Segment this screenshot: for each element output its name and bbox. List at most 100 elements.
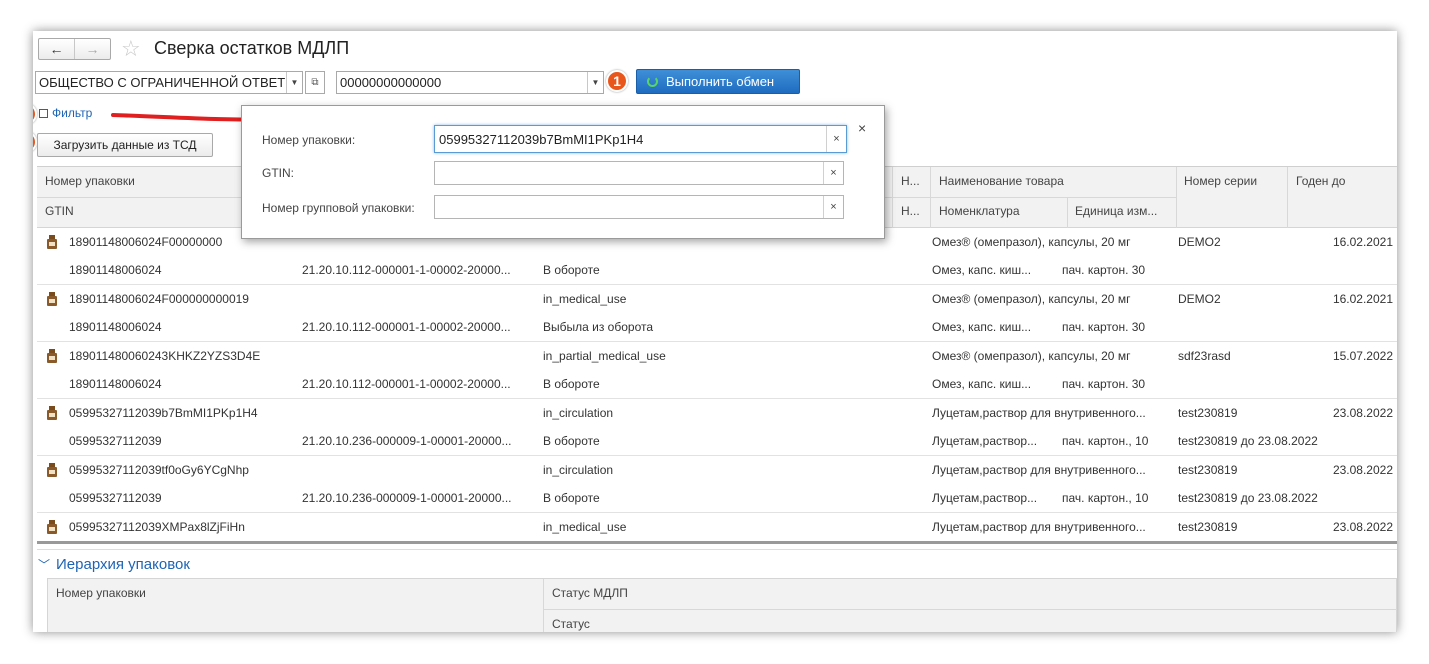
- status-mdlp: in_circulation: [543, 463, 614, 477]
- product-name: Луцетам,раствор для внутривенного...: [932, 520, 1146, 534]
- hierarchy-title: Иерархия упаковок: [56, 556, 190, 573]
- group-pack-input[interactable]: ×: [434, 195, 844, 219]
- filter-icon: [39, 108, 48, 118]
- table-row[interactable]: 189011480060243KHKZ2YZS3D4E 189011480060…: [37, 342, 1397, 399]
- clear-icon[interactable]: ×: [823, 162, 843, 184]
- col-nomenclature[interactable]: Номенклатура: [931, 197, 1067, 227]
- medicine-bottle-icon: [47, 520, 57, 534]
- medicine-bottle-icon: [47, 406, 57, 420]
- series: test230819: [1178, 520, 1238, 534]
- table-row[interactable]: 05995327112039b7BmMI1PKp1H4 059953271120…: [37, 399, 1397, 456]
- organization-select[interactable]: ОБЩЕСТВО С ОГРАНИЧЕННОЙ ОТВЕТ ▼: [35, 71, 303, 94]
- product-name: Луцетам,раствор для внутривенного...: [932, 463, 1146, 477]
- nomenclature: Омез, капс. киш...: [932, 377, 1032, 391]
- open-icon[interactable]: ⧉: [305, 71, 325, 94]
- valid-until: 23.08.2022: [1332, 520, 1393, 534]
- series: test230819: [1178, 406, 1238, 420]
- filter-label: Фильтр: [52, 106, 93, 120]
- clear-icon[interactable]: ×: [823, 196, 843, 218]
- unit: пач. картон. 30: [1062, 377, 1146, 391]
- valid-until: 16.02.2021: [1332, 235, 1393, 249]
- series-full: test230819 до 23.08.2022: [1178, 491, 1318, 505]
- pack-number-input[interactable]: 05995327112039b7BmMI1PKp1H4 ×: [434, 125, 847, 153]
- gtin-input[interactable]: ×: [434, 161, 844, 185]
- series: DEMO2: [1178, 292, 1221, 306]
- filter-popup: Номер упаковки: 05995327112039b7BmMI1PKp…: [241, 105, 885, 239]
- back-arrow-icon[interactable]: ←: [39, 39, 74, 59]
- registry-code: 21.20.10.236-000009-1-00001-20000...: [302, 491, 512, 505]
- table-row[interactable]: 18901148006024F000000000019 189011480060…: [37, 285, 1397, 342]
- unit: пач. картон., 10: [1062, 491, 1149, 505]
- forward-arrow-icon[interactable]: →: [74, 39, 110, 59]
- col-hier-status[interactable]: Статус: [544, 610, 1044, 632]
- pack-number: 18901148006024F00000000: [69, 235, 223, 249]
- registry-code: 21.20.10.112-000001-1-00002-20000...: [302, 377, 511, 391]
- valid-until: 23.08.2022: [1332, 406, 1393, 420]
- medicine-bottle-icon: [47, 349, 57, 363]
- nomenclature: Омез, капс. киш...: [932, 263, 1032, 277]
- unit: пач. картон. 30: [1062, 320, 1146, 334]
- gtin-label: GTIN:: [262, 166, 294, 180]
- dropdown-icon[interactable]: ▼: [286, 72, 302, 93]
- series: test230819: [1178, 463, 1238, 477]
- col-unit[interactable]: Единица изм...: [1067, 197, 1177, 227]
- pack-number: 05995327112039b7BmMI1PKp1H4: [69, 406, 258, 420]
- product-name: Омез® (омепразол), капсулы, 20 мг: [932, 292, 1131, 306]
- medicine-bottle-icon: [47, 463, 57, 477]
- nomenclature: Омез, капс. киш...: [932, 320, 1032, 334]
- organization-value: ОБЩЕСТВО С ОГРАНИЧЕННОЙ ОТВЕТ: [39, 75, 286, 90]
- series-full: [1178, 370, 1388, 398]
- col-hier-pack[interactable]: Номер упаковки: [48, 579, 543, 609]
- pack-number: 18901148006024F000000000019: [69, 292, 249, 306]
- gtin-value: [435, 162, 823, 184]
- status: В обороте: [543, 491, 600, 505]
- step-badge-1: 1: [606, 70, 628, 92]
- place-select[interactable]: 00000000000000 ▼: [336, 71, 604, 94]
- gtin: 18901148006024: [69, 377, 162, 391]
- nav-buttons: ← →: [38, 38, 111, 60]
- status-mdlp: in_medical_use: [543, 520, 627, 534]
- col-divider: [892, 167, 893, 228]
- col-product-name[interactable]: Наименование товара: [931, 167, 1177, 197]
- step-badge-2: 2: [33, 103, 37, 125]
- filter-link[interactable]: Фильтр: [39, 106, 92, 120]
- registry-code: 21.20.10.112-000001-1-00002-20000...: [302, 263, 511, 277]
- col-valid-until[interactable]: Годен до: [1288, 167, 1397, 197]
- pack-number-label: Номер упаковки:: [262, 133, 356, 147]
- unit: пач. картон. 30: [1062, 263, 1146, 277]
- hierarchy-section-toggle[interactable]: ﹀ Иерархия упаковок: [38, 556, 190, 573]
- gtin: 05995327112039: [69, 491, 162, 505]
- section-divider: [37, 549, 1397, 550]
- load-from-tsd-button[interactable]: Загрузить данные из ТСД: [37, 133, 213, 157]
- col-series[interactable]: Номер серии: [1176, 167, 1288, 197]
- gtin: 18901148006024: [69, 263, 162, 277]
- series-full: [1178, 313, 1388, 341]
- col-hier-status-mdlp[interactable]: Статус МДЛП: [544, 579, 1044, 609]
- status: В обороте: [543, 377, 600, 391]
- status: В обороте: [543, 263, 600, 277]
- col-divider: [1176, 167, 1177, 228]
- horizontal-scrollbar[interactable]: [37, 541, 1397, 544]
- pack-number-value: 05995327112039b7BmMI1PKp1H4: [439, 132, 644, 147]
- exchange-button[interactable]: Выполнить обмен: [636, 69, 800, 94]
- table-row[interactable]: 05995327112039XMPax8lZjFiHn in_medical_u…: [37, 513, 1397, 541]
- series-full: [1178, 256, 1388, 284]
- col-n2[interactable]: Н...: [893, 197, 930, 227]
- close-icon[interactable]: ×: [858, 120, 866, 136]
- dropdown-icon[interactable]: ▼: [587, 72, 603, 93]
- col-n1[interactable]: Н...: [893, 167, 930, 197]
- status: Выбыла из оборота: [543, 320, 654, 334]
- valid-until: 16.02.2021: [1332, 292, 1393, 306]
- clear-icon[interactable]: ×: [826, 126, 846, 152]
- table-row[interactable]: 05995327112039tf0oGy6YCgNhp 059953271120…: [37, 456, 1397, 513]
- hierarchy-table: Номер упаковки Статус МДЛП Статус: [47, 578, 1397, 632]
- star-icon[interactable]: ☆: [121, 36, 141, 62]
- product-name: Луцетам,раствор для внутривенного...: [932, 406, 1146, 420]
- registry-code: 21.20.10.112-000001-1-00002-20000...: [302, 320, 511, 334]
- group-pack-value: [435, 196, 823, 218]
- col-divider: [1287, 167, 1288, 228]
- medicine-bottle-icon: [47, 235, 57, 249]
- pack-number: 05995327112039XMPax8lZjFiHn: [69, 520, 245, 534]
- col-divider: [930, 167, 931, 228]
- status: В обороте: [543, 434, 600, 448]
